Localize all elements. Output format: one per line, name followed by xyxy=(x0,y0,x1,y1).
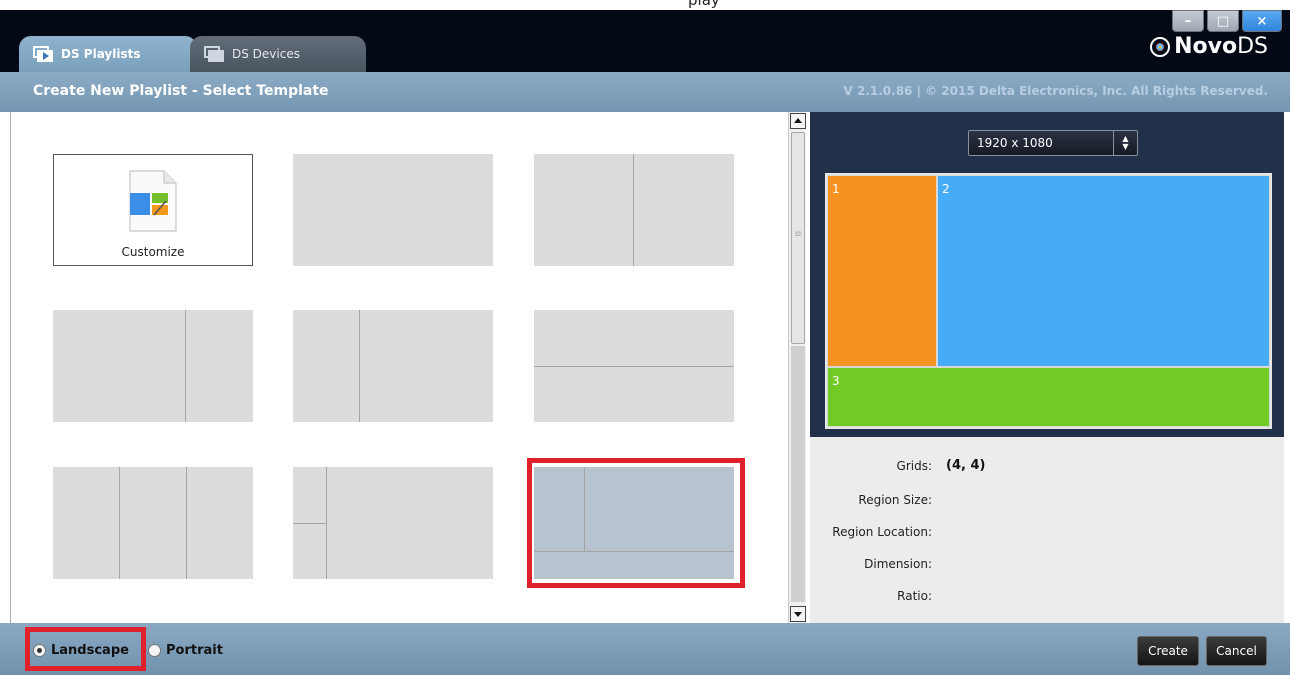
landscape-radio-option[interactable]: Landscape xyxy=(33,643,129,658)
novods-logo: Novo DS xyxy=(1150,34,1268,59)
maximize-button[interactable]: □ xyxy=(1207,10,1239,32)
template-gallery: Customize xyxy=(10,112,788,623)
close-icon: × xyxy=(1256,13,1268,29)
tab-ds-playlists[interactable]: DS Playlists xyxy=(19,36,197,72)
maximize-icon: □ xyxy=(1216,13,1230,29)
resolution-select[interactable]: 1920 x 1080 ▲ ▼ xyxy=(968,130,1138,156)
customize-label: Customize xyxy=(121,245,185,259)
title-bar: DS Playlists DS Devices – □ × Novo DS xyxy=(0,10,1290,72)
app-window: play DS Playlists DS Devices – □ × Novo … xyxy=(0,0,1290,675)
playlist-icon xyxy=(33,46,53,62)
tab-ds-devices[interactable]: DS Devices xyxy=(190,36,366,72)
close-button[interactable]: × xyxy=(1242,10,1282,32)
create-button[interactable]: Create xyxy=(1137,636,1199,666)
customize-file-icon xyxy=(129,170,177,232)
dimension-label: Dimension: xyxy=(864,557,932,571)
background-page-strip: play xyxy=(0,0,1290,10)
template-left-split[interactable] xyxy=(293,467,493,579)
template-two-rows[interactable] xyxy=(534,310,734,422)
region-info-panel: Grids: (4, 4) Region Size: Region Locati… xyxy=(810,437,1284,623)
template-wide-right[interactable] xyxy=(293,310,493,422)
scroll-thumb[interactable] xyxy=(791,132,805,344)
grids-label: Grids: xyxy=(896,459,932,473)
template-three-columns[interactable] xyxy=(53,467,253,579)
tab-label: DS Devices xyxy=(232,47,300,61)
region-number: 3 xyxy=(832,374,840,388)
logo-icon xyxy=(1150,36,1171,57)
portrait-radio[interactable] xyxy=(148,644,161,657)
background-page-title: play xyxy=(688,0,720,9)
region-number: 2 xyxy=(942,182,950,196)
region-number: 1 xyxy=(832,182,840,196)
landscape-label: Landscape xyxy=(51,643,129,658)
cancel-button[interactable]: Cancel xyxy=(1206,636,1267,666)
resolution-value: 1920 x 1080 xyxy=(977,136,1053,150)
template-customize[interactable]: Customize xyxy=(53,154,253,266)
region-size-label: Region Size: xyxy=(858,493,932,507)
template-wide-left[interactable] xyxy=(53,310,253,422)
portrait-label: Portrait xyxy=(166,643,223,658)
logo-text-ds: DS xyxy=(1237,34,1268,59)
ratio-label: Ratio: xyxy=(897,589,932,603)
layout-preview: 1 2 3 xyxy=(825,173,1272,429)
window-controls: – □ × xyxy=(1172,10,1282,34)
tab-label: DS Playlists xyxy=(61,47,141,61)
minimize-icon: – xyxy=(1184,13,1192,29)
scroll-up-icon[interactable] xyxy=(790,113,806,129)
selected-template-highlight xyxy=(527,458,745,588)
template-single[interactable] xyxy=(293,154,493,266)
bottom-bar: Landscape Portrait Create Cancel xyxy=(0,623,1290,675)
page-title: Create New Playlist - Select Template xyxy=(33,83,329,99)
layout-preview-panel: 1920 x 1080 ▲ ▼ 1 2 3 xyxy=(810,112,1284,437)
devices-icon xyxy=(204,46,224,62)
template-scrollbar[interactable] xyxy=(788,112,806,623)
portrait-radio-option[interactable]: Portrait xyxy=(148,643,223,658)
grids-value: (4, 4) xyxy=(946,458,986,473)
minimize-button[interactable]: – xyxy=(1172,10,1204,32)
updown-arrows-icon: ▲ ▼ xyxy=(1113,131,1137,155)
version-copyright: V 2.1.0.86 | © 2015 Delta Electronics, I… xyxy=(843,84,1269,98)
region-2[interactable]: 2 xyxy=(937,175,1270,367)
template-two-columns[interactable] xyxy=(534,154,734,266)
region-1[interactable]: 1 xyxy=(827,175,937,367)
scroll-track[interactable] xyxy=(791,346,805,602)
header-bar: Create New Playlist - Select Template V … xyxy=(0,72,1290,112)
logo-text-novo: Novo xyxy=(1174,34,1238,59)
landscape-radio[interactable] xyxy=(33,644,46,657)
region-3[interactable]: 3 xyxy=(827,367,1270,427)
scroll-down-icon[interactable] xyxy=(790,606,806,622)
region-location-label: Region Location: xyxy=(832,525,932,539)
